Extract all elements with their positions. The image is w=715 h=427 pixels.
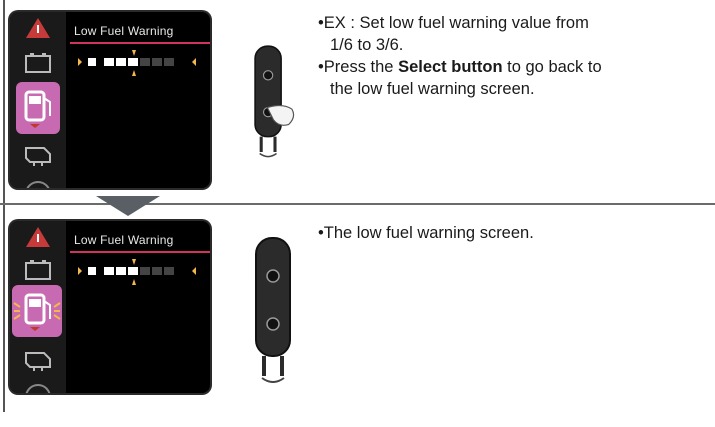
gauge-icon [25, 384, 51, 393]
fuel-level-gauge [78, 50, 196, 76]
left-margin-rule [3, 0, 5, 412]
gauge-icon [26, 181, 50, 188]
fuel-pump-icon [12, 285, 62, 337]
bullet-example: •EX : Set low fuel warning value from [318, 14, 589, 32]
screen-title: Low Fuel Warning [74, 233, 174, 247]
warning-icon [26, 227, 50, 247]
battery-icon [25, 53, 51, 73]
down-arrow-icon [96, 196, 160, 216]
display-screen-setting: Low Fuel Warning [10, 12, 210, 188]
select-button-label: Select button [398, 58, 503, 76]
bullet-example-cont: 1/6 to 3/6. [330, 36, 404, 54]
fuel-level-gauge [78, 259, 196, 285]
engine-icon [25, 147, 51, 166]
bullet-press-select-cont: the low fuel warning screen. [330, 80, 535, 98]
press-prefix: •Press the [318, 58, 399, 76]
warning-icon [26, 18, 50, 38]
title-underline [70, 251, 210, 253]
battery-icon [25, 260, 51, 280]
menu-icon-column [10, 12, 66, 188]
menu-icon-column [10, 221, 66, 393]
bullet-press-select: •Press the Select button to go back to [318, 56, 708, 78]
remote-control-icon [255, 237, 291, 383]
title-underline [70, 42, 210, 44]
bullet-warning-screen: •The low fuel warning screen. [318, 224, 534, 242]
instruction-text-panel1: •EX : Set low fuel warning value from 1/… [318, 12, 708, 100]
display-screen-warning: Low Fuel Warning [10, 221, 210, 393]
engine-icon [25, 352, 51, 371]
instruction-text-panel2: •The low fuel warning screen. [318, 222, 708, 244]
remote-control-icon [254, 45, 295, 158]
fuel-pump-icon [16, 82, 60, 134]
screen-title: Low Fuel Warning [74, 24, 174, 38]
press-suffix: to go back to [502, 58, 602, 76]
